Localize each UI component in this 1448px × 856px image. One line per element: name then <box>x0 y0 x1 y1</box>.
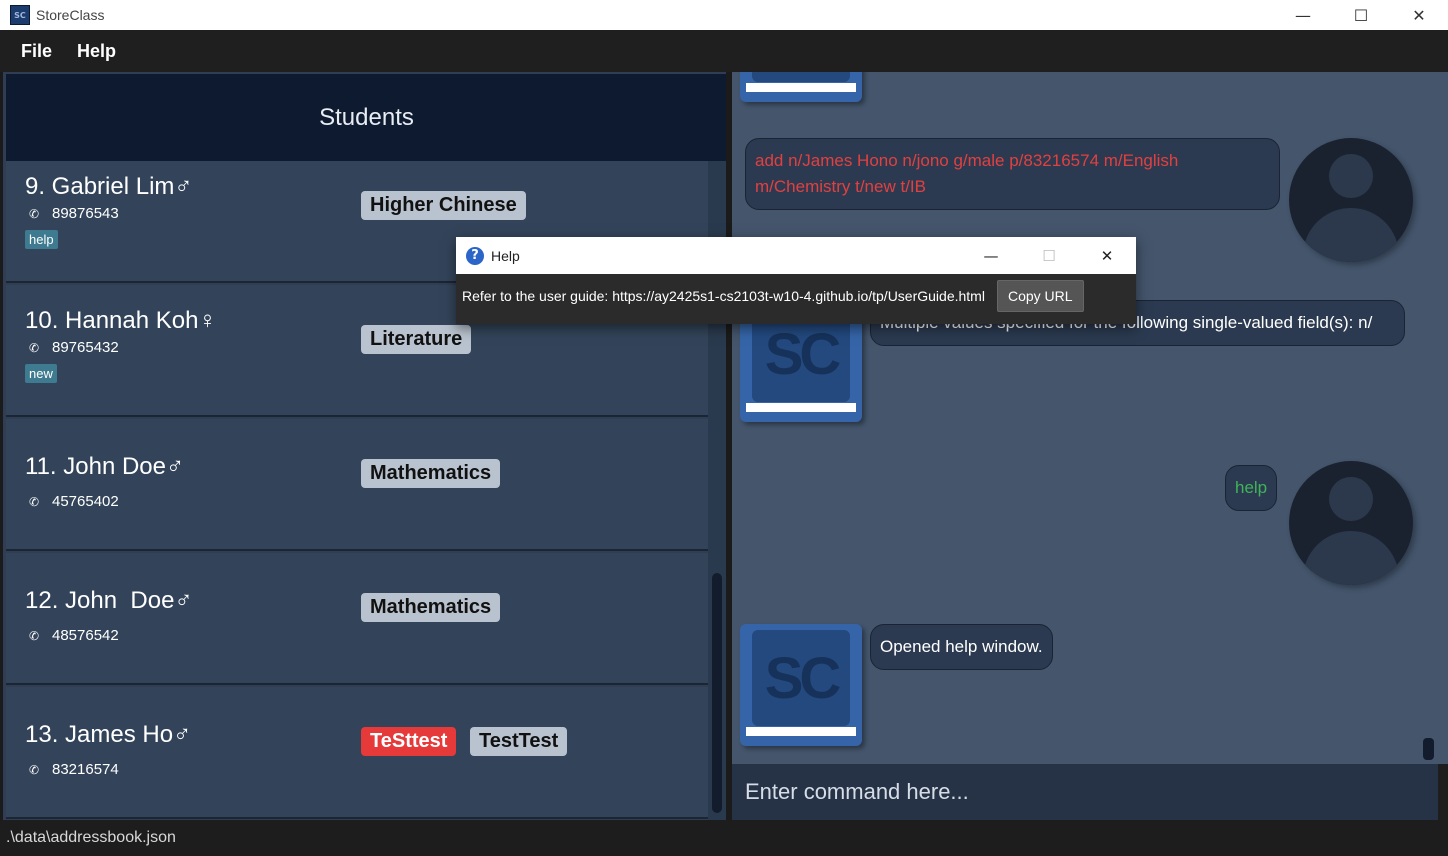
subject-badge: Higher Chinese <box>361 191 526 220</box>
menu-file[interactable]: File <box>21 41 52 62</box>
user-avatar-icon <box>1289 461 1413 585</box>
chat-scrollbar-thumb[interactable] <box>1423 738 1434 760</box>
help-dialog-controls: — ☐ ✕ <box>962 237 1136 274</box>
student-name: 12. John Doe♂ <box>25 587 193 614</box>
question-icon: ? <box>466 246 484 265</box>
student-card[interactable]: 11. John Doe♂ ✆ 45765402 Mathematics <box>6 419 708 551</box>
student-phone: ✆ 89876543 <box>25 205 119 222</box>
command-box <box>732 764 1438 820</box>
user-message: add n/James Hono n/jono g/male p/8321657… <box>745 138 1280 210</box>
student-phone: ✆ 48576542 <box>25 627 119 644</box>
phone-number: 48576542 <box>52 627 119 644</box>
app-logo-avatar: SC <box>740 624 862 746</box>
student-name: 9. Gabriel Lim♂ <box>25 173 193 200</box>
close-icon[interactable]: ✕ <box>1078 237 1136 274</box>
subject-badge: Mathematics <box>361 459 501 488</box>
phone-icon: ✆ <box>29 494 40 509</box>
menubar-edge <box>1438 30 1448 72</box>
student-card[interactable]: 12. John Doe♂ ✆ 48576542 Mathematics <box>6 553 708 685</box>
window-title: StoreClass <box>36 7 105 23</box>
chat-scrollbar-track[interactable] <box>1438 72 1448 764</box>
window-titlebar: SC StoreClass — ☐ ✕ <box>0 0 1448 30</box>
subject-badge: TestTest <box>470 727 568 756</box>
copy-url-button[interactable]: Copy URL <box>996 280 1084 312</box>
logo-text: SC <box>752 72 850 82</box>
scrollbar-thumb[interactable] <box>712 573 722 813</box>
help-dialog-body: Refer to the user guide: https://ay2425s… <box>462 280 1084 312</box>
menu-help[interactable]: Help <box>77 41 116 62</box>
logo-text: SC <box>752 630 850 726</box>
maximize-icon[interactable]: ☐ <box>1332 0 1390 30</box>
help-dialog: ? Help — ☐ ✕ Refer to the user guide: ht… <box>456 237 1136 324</box>
phone-number: 45765402 <box>52 493 119 510</box>
user-message: help <box>1225 465 1278 511</box>
help-dialog-titlebar: ? Help — ☐ ✕ <box>456 237 1136 274</box>
phone-icon: ✆ <box>29 340 40 355</box>
phone-number: 89876543 <box>52 205 119 222</box>
phone-icon: ✆ <box>29 628 40 643</box>
close-icon[interactable]: ✕ <box>1390 0 1448 30</box>
student-tag: help <box>25 230 58 249</box>
help-message: Refer to the user guide: https://ay2425s… <box>462 288 985 304</box>
app-message: Opened help window. <box>870 624 1053 670</box>
phone-icon: ✆ <box>29 206 40 221</box>
minimize-icon[interactable]: — <box>1274 0 1332 30</box>
app-logo-avatar: SC <box>740 72 862 102</box>
student-tag: new <box>25 364 57 383</box>
student-name: 11. John Doe♂ <box>25 453 184 480</box>
student-phone: ✆ 83216574 <box>25 761 119 778</box>
phone-icon: ✆ <box>29 762 40 777</box>
student-phone: ✆ 89765432 <box>25 339 119 356</box>
status-bar: .\data\addressbook.json <box>0 820 1448 856</box>
phone-number: 89765432 <box>52 339 119 356</box>
student-card[interactable]: 13. James Ho♂ ✆ 83216574 TeSttest TestTe… <box>6 687 708 819</box>
help-dialog-title: Help <box>491 247 520 264</box>
student-panel: Students 9. Gabriel Lim♂ ✆ 89876543 help… <box>0 72 727 820</box>
user-avatar-icon <box>1289 138 1413 262</box>
app-icon: SC <box>10 5 30 25</box>
phone-number: 83216574 <box>52 761 119 778</box>
student-name: 10. Hannah Koh♀ <box>25 307 217 334</box>
chat-panel: SC add n/James Hono n/jono g/male p/8321… <box>732 72 1438 764</box>
minimize-icon[interactable]: — <box>962 237 1020 274</box>
subject-badge: Mathematics <box>361 593 501 622</box>
menu-bar: File Help <box>0 30 1448 72</box>
subject-badge: Literature <box>361 325 472 354</box>
command-input[interactable] <box>745 779 1425 805</box>
subject-badge: TeSttest <box>361 727 457 756</box>
maximize-icon: ☐ <box>1042 246 1056 265</box>
student-panel-title: Students <box>6 74 727 161</box>
student-phone: ✆ 45765402 <box>25 493 119 510</box>
student-name: 13. James Ho♂ <box>25 721 192 748</box>
data-file-path: .\data\addressbook.json <box>6 829 176 846</box>
window-controls: — ☐ ✕ <box>1274 0 1448 30</box>
